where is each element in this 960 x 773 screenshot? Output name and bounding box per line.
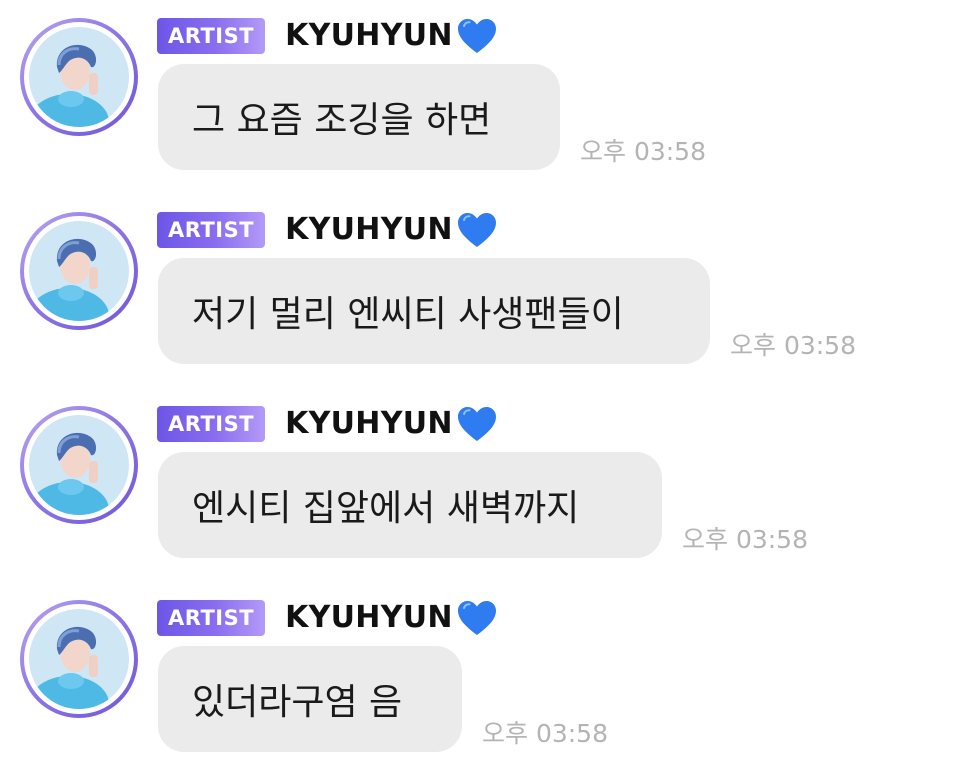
chat-message: ARTIST KYUHYUN 있더라구염 음 오후 03:58 — [0, 582, 960, 772]
message-header: ARTIST KYUHYUN — [157, 14, 499, 58]
message-timestamp: 오후 03:58 — [682, 525, 808, 554]
blue-heart-icon — [457, 407, 496, 441]
avatar[interactable] — [20, 600, 138, 718]
avatar[interactable] — [20, 212, 138, 330]
message-bubble[interactable]: 저기 멀리 엔씨티 사생팬들이 — [158, 258, 710, 364]
sender-name[interactable]: KYUHYUN — [285, 215, 453, 245]
sender-name[interactable]: KYUHYUN — [285, 603, 453, 633]
message-header: ARTIST KYUHYUN — [157, 402, 499, 446]
message-bubble[interactable]: 엔시티 집앞에서 새벽까지 — [158, 452, 662, 558]
message-header: ARTIST KYUHYUN — [157, 596, 499, 640]
chat-message: ARTIST KYUHYUN 저기 멀리 엔씨티 사생팬들이 오후 03:58 — [0, 194, 960, 384]
message-bubble[interactable]: 그 요즘 조깅을 하면 — [158, 64, 560, 170]
chat-message: ARTIST KYUHYUN 그 요즘 조깅을 하면 오후 03:58 — [0, 0, 960, 190]
artist-badge: ARTIST — [157, 212, 266, 248]
artist-badge: ARTIST — [157, 406, 266, 442]
profile-photo — [29, 221, 129, 321]
artist-badge: ARTIST — [157, 600, 266, 636]
profile-photo — [29, 415, 129, 515]
blue-heart-icon — [457, 601, 496, 635]
chat-message: ARTIST KYUHYUN 엔시티 집앞에서 새벽까지 오후 03:58 — [0, 388, 960, 578]
message-bubble[interactable]: 있더라구염 음 — [158, 646, 462, 752]
message-header: ARTIST KYUHYUN — [157, 208, 499, 252]
avatar[interactable] — [20, 18, 138, 136]
sender-name[interactable]: KYUHYUN — [285, 409, 453, 439]
message-timestamp: 오후 03:58 — [730, 331, 856, 360]
avatar[interactable] — [20, 406, 138, 524]
blue-heart-icon — [457, 19, 496, 53]
message-timestamp: 오후 03:58 — [482, 719, 608, 748]
artist-badge: ARTIST — [157, 18, 266, 54]
message-timestamp: 오후 03:58 — [580, 137, 706, 166]
profile-photo — [29, 609, 129, 709]
sender-name[interactable]: KYUHYUN — [285, 21, 453, 51]
profile-photo — [29, 27, 129, 127]
blue-heart-icon — [457, 213, 496, 247]
